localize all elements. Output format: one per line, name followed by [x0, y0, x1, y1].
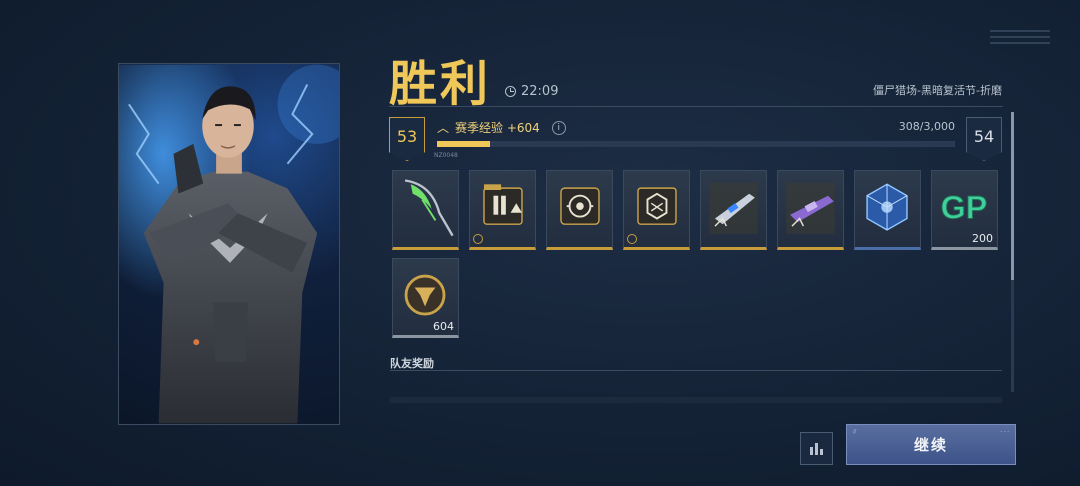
character-portrait [118, 63, 340, 425]
rifle-blueprint-icon [709, 182, 758, 234]
match-time-value: 22:09 [521, 84, 559, 99]
teammate-rewards-heading: 队友奖励 [390, 357, 434, 370]
next-level-value: 54 [973, 126, 995, 146]
bar-chart-icon-bar [815, 443, 818, 455]
rank-tag: NZ0048 [434, 152, 458, 159]
season-xp-label: ︿ 赛季经验 +604 i [437, 119, 566, 136]
info-icon[interactable]: i [551, 120, 566, 135]
bar-chart-icon-bar [820, 449, 823, 455]
button-decoration: // [853, 429, 857, 435]
rewards-scrollbar[interactable] [1011, 112, 1014, 392]
season-xp-text: 赛季经验 +604 [455, 121, 540, 135]
section-divider [390, 370, 1002, 371]
next-level-badge: 54 [966, 117, 1002, 161]
game-mode-label: 僵尸猎场-黑暗复活节-折磨 [873, 84, 1002, 97]
xp-progress-bar [437, 141, 955, 147]
bound-item-icon [627, 234, 637, 244]
header-divider [389, 106, 1003, 107]
svg-text:GP: GP [941, 190, 988, 226]
bound-item-icon [473, 234, 483, 244]
scrollbar-thumb[interactable] [1011, 112, 1014, 280]
continue-button[interactable]: // 继续 - - - [846, 424, 1016, 465]
continue-button-label: 继续 [913, 436, 948, 454]
bar-chart-icon [810, 447, 813, 455]
stats-button[interactable] [800, 432, 833, 465]
cube-core-icon [866, 183, 908, 231]
reward-item-gp[interactable]: GP 200 [931, 170, 998, 250]
match-time: 22:09 [505, 84, 558, 99]
xp-progress-fill [437, 141, 491, 147]
teammate-rewards-area [390, 397, 1002, 403]
reward-item-target-module[interactable] [546, 170, 613, 250]
reward-item-season-token[interactable]: 604 [392, 258, 459, 338]
reward-item-cube-core[interactable] [854, 170, 921, 250]
target-module-icon [560, 187, 600, 225]
operator-figure [119, 64, 339, 424]
chevron-up-icon: ︿ [437, 121, 450, 135]
reward-item-rifle-blueprint[interactable] [700, 170, 767, 250]
current-level-badge: 53 [389, 117, 425, 161]
reward-item-weapon-folder[interactable] [469, 170, 536, 250]
scythe-icon [404, 179, 454, 237]
xp-progress-text: 308/3,000 [898, 120, 955, 133]
reward-count: 200 [972, 232, 993, 245]
clock-icon [505, 86, 516, 97]
button-decoration: - - - [1000, 429, 1009, 435]
result-title: 胜利 [389, 56, 492, 112]
corner-decoration [990, 30, 1050, 50]
current-level-value: 53 [396, 126, 418, 146]
smg-blueprint-icon [786, 182, 835, 234]
reward-item-smg-blueprint[interactable] [777, 170, 844, 250]
reward-item-crate-badge[interactable] [623, 170, 690, 250]
reward-item-scythe[interactable] [392, 170, 459, 250]
reward-count: 604 [433, 320, 454, 333]
